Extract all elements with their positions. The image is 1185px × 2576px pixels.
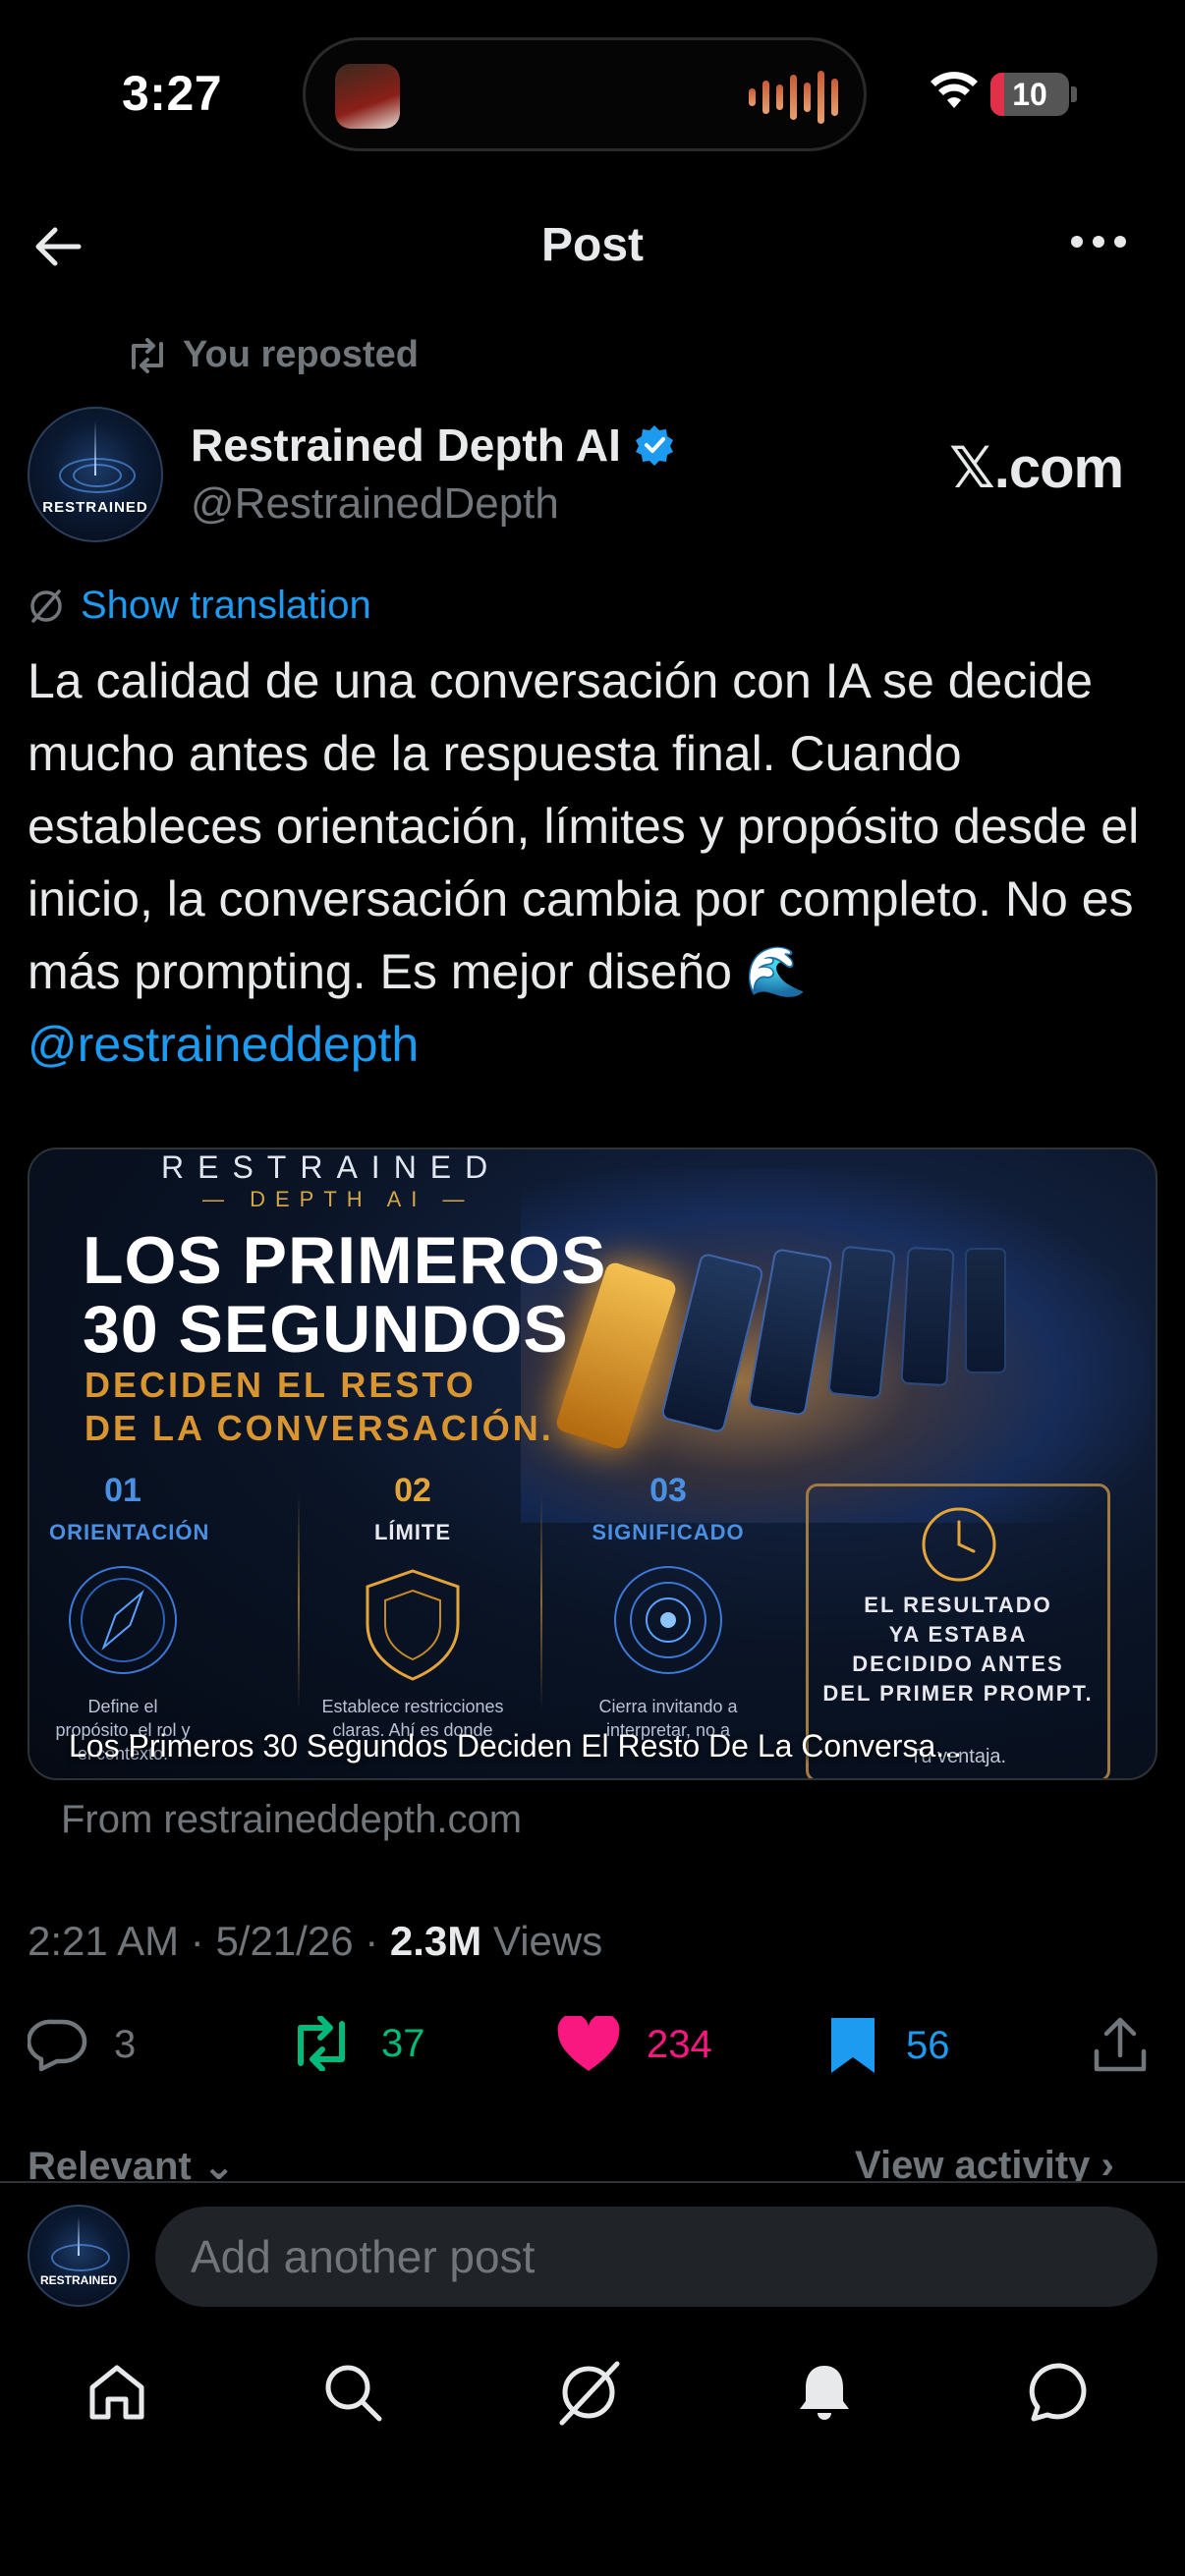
more-horizontal-icon[interactable] (1071, 236, 1126, 248)
like-button[interactable]: 234 (556, 2016, 712, 2073)
post-meta: 2:21 AM · 5/21/26 · 2.3M Views (28, 1918, 603, 1964)
show-translation-label[interactable]: Show translation (81, 584, 371, 628)
column-label: LÍMITE (373, 1520, 452, 1544)
home-icon[interactable] (83, 2358, 151, 2427)
repost-button[interactable]: 37 (287, 2016, 425, 2071)
result-line-4: DEL PRIMER PROMPT. (822, 1681, 1094, 1706)
grok-icon[interactable] (554, 2358, 623, 2427)
card-sub-1: DECIDEN EL RESTO (85, 1365, 477, 1405)
card-column: 03 SIGNIFICADO Cierra invitando a interp… (580, 1472, 757, 1742)
result-line-1: EL RESULTADO (864, 1593, 1052, 1617)
page-title: Post (540, 219, 644, 271)
wifi-icon (931, 72, 978, 108)
battery-cap (1071, 86, 1077, 102)
show-translation-link[interactable]: Show translation (28, 584, 371, 628)
column-label: ORIENTACIÓN (49, 1520, 210, 1544)
card-headline: LOS PRIMEROS 30 SEGUNDOS (83, 1226, 606, 1364)
post-body: La calidad de una conversación con IA se… (28, 653, 1140, 999)
repost-icon (298, 2016, 345, 2071)
result-line-3: DECIDIDO ANTES (852, 1652, 1064, 1676)
card-column: 02 LÍMITE Establece restricciones claras… (314, 1472, 511, 1742)
post-text: La calidad de una conversación con IA se… (28, 644, 1167, 1081)
author-handle[interactable]: @RestrainedDepth (191, 479, 559, 529)
bookmark-icon (831, 2018, 875, 2073)
domino (900, 1246, 955, 1387)
post-date: 5/21/26 (215, 1918, 354, 1964)
result-text: EL RESULTADO YA ESTABA DECIDIDO ANTES DE… (809, 1591, 1107, 1708)
translate-icon (30, 588, 62, 623)
card-subheadline: DECIDEN EL RESTO DE LA CONVERSACIÓN. (85, 1364, 554, 1450)
column-divider (298, 1493, 300, 1709)
view-count: 2.3M (389, 1918, 482, 1964)
reply-input[interactable] (155, 2207, 1157, 2307)
target-icon (614, 1566, 722, 1674)
status-time: 3:27 (122, 66, 223, 121)
avatar-text: RESTRAINED (39, 2273, 117, 2287)
author-name-row[interactable]: Restrained Depth AI (191, 419, 676, 472)
source-label: 𝕏.com (949, 436, 1124, 500)
reply-count: 3 (114, 2022, 137, 2066)
card-headline-2: 30 SEGUNDOS (83, 1292, 569, 1367)
bookmark-count: 56 (906, 2023, 950, 2067)
shield-icon (366, 1569, 460, 1681)
post-time: 2:21 AM (28, 1918, 180, 1964)
card-headline-1: LOS PRIMEROS (83, 1223, 607, 1298)
now-playing-thumbnail (335, 64, 400, 129)
author-name[interactable]: Restrained Depth AI (191, 419, 621, 472)
column-number: 02 (394, 1472, 431, 1509)
repost-icon (132, 337, 163, 373)
column-number: 01 (104, 1472, 141, 1509)
dynamic-island[interactable] (303, 37, 867, 151)
clock-icon (922, 1507, 996, 1582)
avatar[interactable]: RESTRAINED (28, 2205, 130, 2307)
battery-percent: 10 (1012, 77, 1047, 112)
battery-indicator: 10 (990, 73, 1069, 116)
messages-icon[interactable] (1026, 2358, 1095, 2427)
result-line-2: YA ESTABA (888, 1622, 1028, 1647)
verified-badge-icon (635, 425, 673, 466)
column-number: 03 (649, 1472, 687, 1509)
reply-button[interactable]: 3 (28, 2016, 136, 2073)
card-brand: RESTRAINED (161, 1149, 502, 1185)
heart-icon (557, 2016, 620, 2071)
like-count: 234 (647, 2022, 712, 2066)
domino (965, 1248, 1006, 1373)
card-caption: Los Primeros 30 Segundos Deciden El Rest… (69, 1728, 962, 1764)
repost-label: You reposted (183, 334, 419, 375)
search-icon[interactable] (318, 2358, 387, 2427)
column-divider (540, 1493, 542, 1709)
link-card[interactable]: RESTRAINED — DEPTH AI — LOS PRIMEROS 30 … (28, 1148, 1157, 1780)
views-label: Views (492, 1918, 603, 1964)
compass-icon (69, 1566, 177, 1674)
audio-waveform-icon (749, 70, 838, 125)
share-icon[interactable] (1091, 2016, 1150, 2075)
tab-bar (0, 2358, 1185, 2456)
card-domain[interactable]: From restraineddepth.com (61, 1798, 522, 1842)
reply-icon (28, 2019, 87, 2072)
notifications-icon[interactable] (790, 2358, 859, 2427)
avatar-text: RESTRAINED (42, 499, 148, 516)
bookmark-button[interactable]: 56 (825, 2016, 950, 2075)
repost-context: You reposted (126, 334, 419, 376)
card-sub-2: DE LA CONVERSACIÓN. (85, 1408, 554, 1448)
repost-count: 37 (381, 2021, 425, 2065)
card-brand-sub: — DEPTH AI — (202, 1187, 475, 1211)
column-label: SIGNIFICADO (592, 1520, 745, 1544)
avatar[interactable]: RESTRAINED (28, 407, 163, 542)
mention-link[interactable]: @restraineddepth (28, 1017, 419, 1072)
